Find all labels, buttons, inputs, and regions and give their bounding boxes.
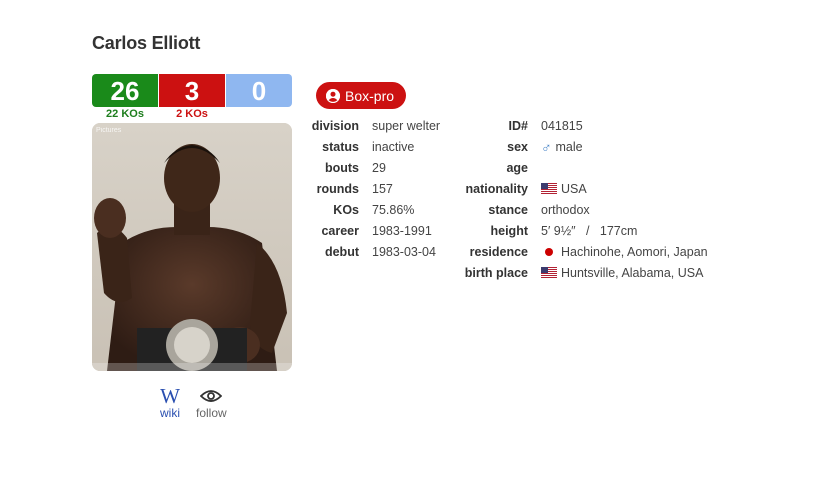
info-value: Hachinohe, Aomori, Japan [541, 245, 708, 259]
box-pro-badge[interactable]: Box-pro [316, 82, 407, 109]
info-label: division [311, 118, 359, 133]
user-circle-icon [326, 88, 340, 103]
info-value: USA [541, 182, 587, 196]
nationality-value: USA [561, 181, 587, 196]
info-row-nationality: nationality USA [440, 178, 708, 199]
info-row-height: height 5′ 9½″ / 177cm [440, 220, 708, 241]
info-value: orthodox [541, 202, 590, 217]
info-row-birthplace: birth place Huntsville, Alabama, USA [440, 262, 708, 283]
us-flag-icon [541, 183, 557, 194]
info-row-age: age [440, 157, 708, 178]
info-row-career: career 1983-1991 [300, 220, 440, 241]
draws-box[interactable]: 0 [226, 74, 292, 107]
info-value: 5′ 9½″ / 177cm [541, 223, 638, 238]
badge-label: Box-pro [345, 87, 395, 104]
info-row-division: division super welter [300, 115, 440, 136]
eye-icon [200, 386, 223, 406]
losses-box[interactable]: 3 [159, 74, 225, 107]
info-label: sex [507, 139, 528, 154]
wiki-link[interactable]: W wiki [160, 384, 180, 421]
info-value: super welter [372, 118, 441, 133]
info-label: height [490, 223, 529, 238]
us-flag-icon [541, 267, 557, 278]
info-label: nationality [465, 181, 528, 196]
info-label: age [506, 160, 528, 175]
info-label: KOs [333, 202, 359, 217]
info-row-stance: stance orthodox [440, 199, 708, 220]
info-value: 75.86% [372, 202, 415, 217]
info-row-bouts: bouts 29 [300, 157, 440, 178]
career-info-table: division super welter status inactive bo… [300, 115, 440, 262]
info-label: birth place [464, 265, 528, 280]
photo-caption: Pictures [96, 127, 122, 134]
info-row-status: status inactive [300, 136, 440, 157]
info-value: Huntsville, Alabama, USA [541, 266, 703, 280]
japan-flag-icon [545, 247, 553, 256]
info-row-residence: residence Hachinohe, Aomori, Japan [440, 241, 708, 262]
boxer-photo[interactable]: Pictures [92, 123, 292, 371]
loss-kos: 2 KOs [176, 108, 208, 120]
residence-value: Hachinohe, Aomori, Japan [561, 244, 708, 259]
info-value: 1983-1991 [372, 223, 432, 238]
info-label: debut [324, 244, 359, 259]
info-value: 1983-03-04 [372, 244, 436, 259]
info-value: 041815 [541, 118, 583, 133]
profile-links: W wiki follow [160, 384, 227, 421]
info-row-sex: sex ♂ male [440, 136, 708, 157]
info-label: status [322, 139, 359, 154]
info-label: bouts [324, 160, 359, 175]
birthplace-value: Huntsville, Alabama, USA [561, 265, 704, 280]
info-value: 29 [372, 160, 386, 175]
info-row-rounds: rounds 157 [300, 178, 440, 199]
info-row-kos: KOs 75.86% [300, 199, 440, 220]
boxer-name: Carlos Elliott [92, 33, 201, 53]
sex-value: male [555, 139, 583, 154]
info-value: 157 [372, 181, 393, 196]
info-row-debut: debut 1983-03-04 [300, 241, 440, 262]
info-label: residence [469, 244, 528, 259]
follow-link[interactable]: follow [196, 386, 227, 420]
personal-info-table: ID# 041815 sex ♂ male age nationality US… [440, 115, 708, 283]
info-row-id: ID# 041815 [440, 115, 708, 136]
info-value: inactive [372, 139, 415, 154]
follow-label: follow [196, 406, 227, 420]
info-label: rounds [316, 181, 359, 196]
info-label: ID# [508, 118, 528, 133]
male-symbol-icon: ♂ [541, 138, 552, 155]
wikipedia-icon: W [160, 384, 180, 408]
win-kos: 22 KOs [106, 108, 144, 120]
wins-box[interactable]: 26 [92, 74, 158, 107]
record-summary: 26 3 0 [92, 74, 292, 107]
wiki-label: wiki [160, 406, 180, 420]
boxer-photo-image [92, 123, 292, 371]
info-label: career [321, 223, 359, 238]
info-value: ♂ male [541, 139, 583, 155]
info-label: stance [488, 202, 528, 217]
